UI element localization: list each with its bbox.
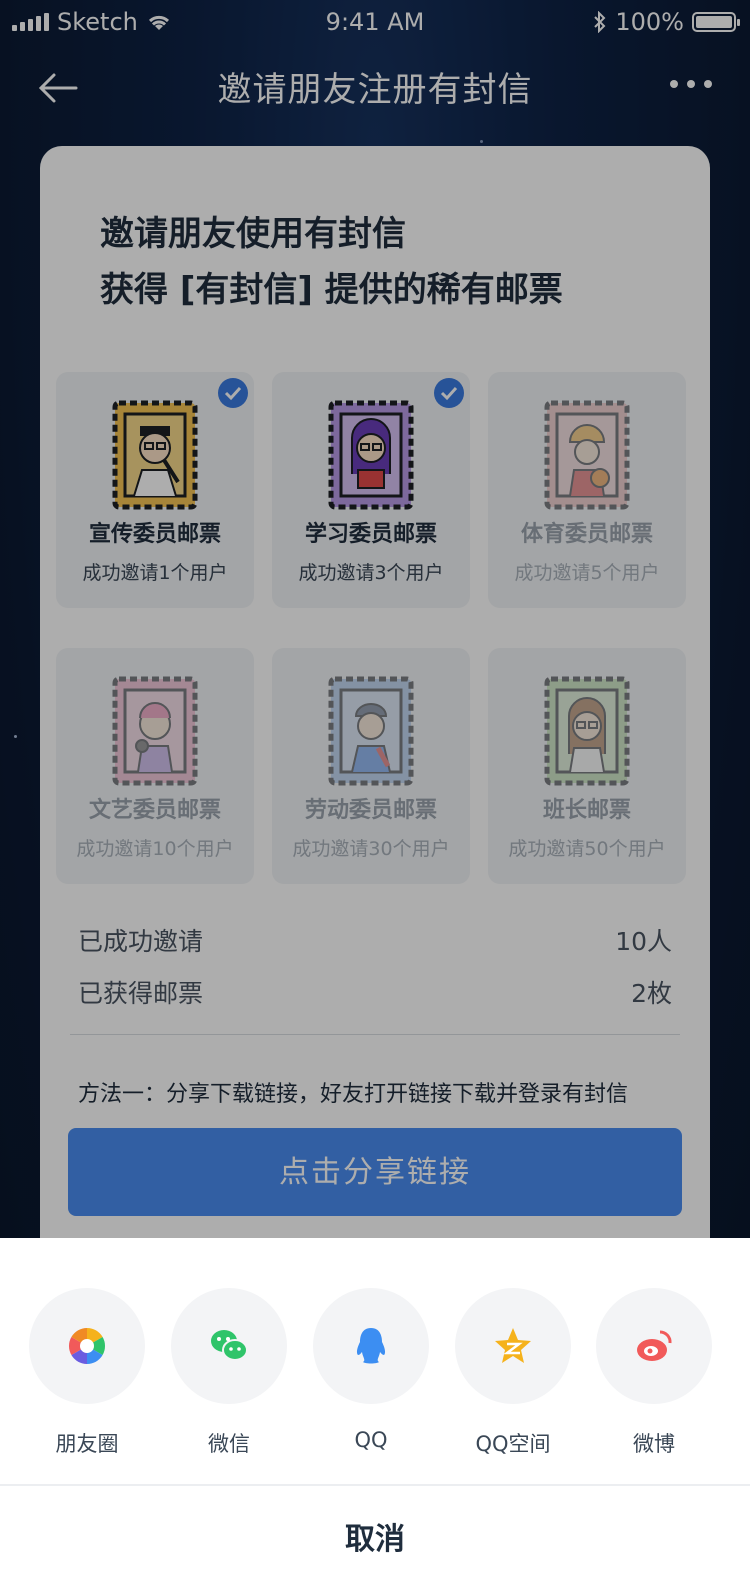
share-target-moments[interactable]: 朋友圈 xyxy=(27,1288,147,1458)
share-target-label: QQ xyxy=(354,1428,388,1452)
share-target-qq[interactable]: QQ xyxy=(311,1288,431,1452)
cancel-button[interactable]: 取消 xyxy=(0,1486,750,1594)
share-target-wechat[interactable]: 微信 xyxy=(169,1288,289,1458)
share-target-label: 微博 xyxy=(633,1432,675,1456)
share-target-label: QQ空间 xyxy=(475,1432,551,1456)
wechat-icon xyxy=(211,1330,248,1361)
moments-icon xyxy=(68,1328,106,1364)
share-target-weibo[interactable]: 微博 xyxy=(594,1288,714,1458)
share-sheet: 朋友圈 微信 QQ QQ空间 微博 取消 xyxy=(0,1238,750,1594)
share-target-qzone[interactable]: QQ空间 xyxy=(453,1288,573,1458)
weibo-icon xyxy=(637,1330,672,1361)
share-targets: 朋友圈 微信 QQ QQ空间 微博 xyxy=(0,1288,750,1456)
qq-icon xyxy=(356,1328,386,1364)
share-target-label: 朋友圈 xyxy=(55,1432,119,1456)
share-target-label: 微信 xyxy=(208,1432,250,1456)
qzone-icon xyxy=(495,1328,531,1363)
